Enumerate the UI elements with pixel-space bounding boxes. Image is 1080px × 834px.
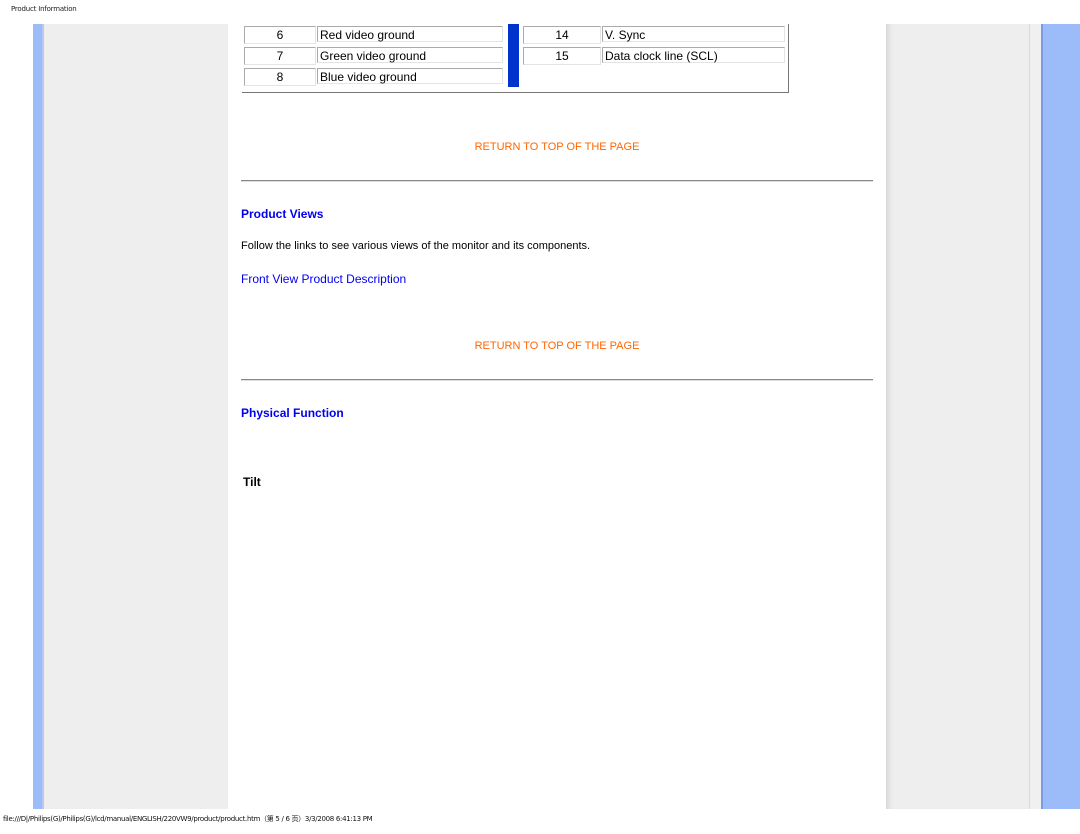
right-sidebar-panel [886,24,1030,809]
left-sidebar-stripe [33,24,44,809]
pin-number: 7 [244,47,316,65]
return-to-top-link[interactable]: RETURN TO TOP OF THE PAGE [228,141,886,153]
pin-signal: Blue video ground [317,68,503,84]
footer-file-path: file:///D|/Philips(G)/Philips(G)/lcd/man… [3,815,373,823]
right-sidebar-gap [1030,24,1041,809]
return-to-top-link[interactable]: RETURN TO TOP OF THE PAGE [228,340,886,352]
pin-number: 6 [244,26,316,44]
table-divider-bar [508,24,519,87]
pin-signal: Red video ground [317,26,503,42]
left-sidebar-panel [44,24,228,809]
right-sidebar-stripe [1041,24,1080,809]
pin-number: 8 [244,68,316,86]
pin-assignment-table: 6 Red video ground 7 Green video ground … [242,24,789,93]
section-divider [241,379,873,381]
front-view-link[interactable]: Front View Product Description [241,272,406,286]
pin-signal: Green video ground [317,47,503,63]
physical-function-heading: Physical Function [241,406,344,420]
product-views-description: Follow the links to see various views of… [241,240,591,252]
product-views-heading: Product Views [241,207,324,221]
section-divider [241,180,873,182]
pin-number: 15 [523,47,601,65]
tilt-label: Tilt [243,475,261,489]
pin-number: 14 [523,26,601,44]
main-content: 6 Red video ground 7 Green video ground … [228,24,886,809]
page-header-title: Product Information [11,5,77,13]
pin-signal: V. Sync [602,26,785,42]
pin-signal: Data clock line (SCL) [602,47,785,63]
